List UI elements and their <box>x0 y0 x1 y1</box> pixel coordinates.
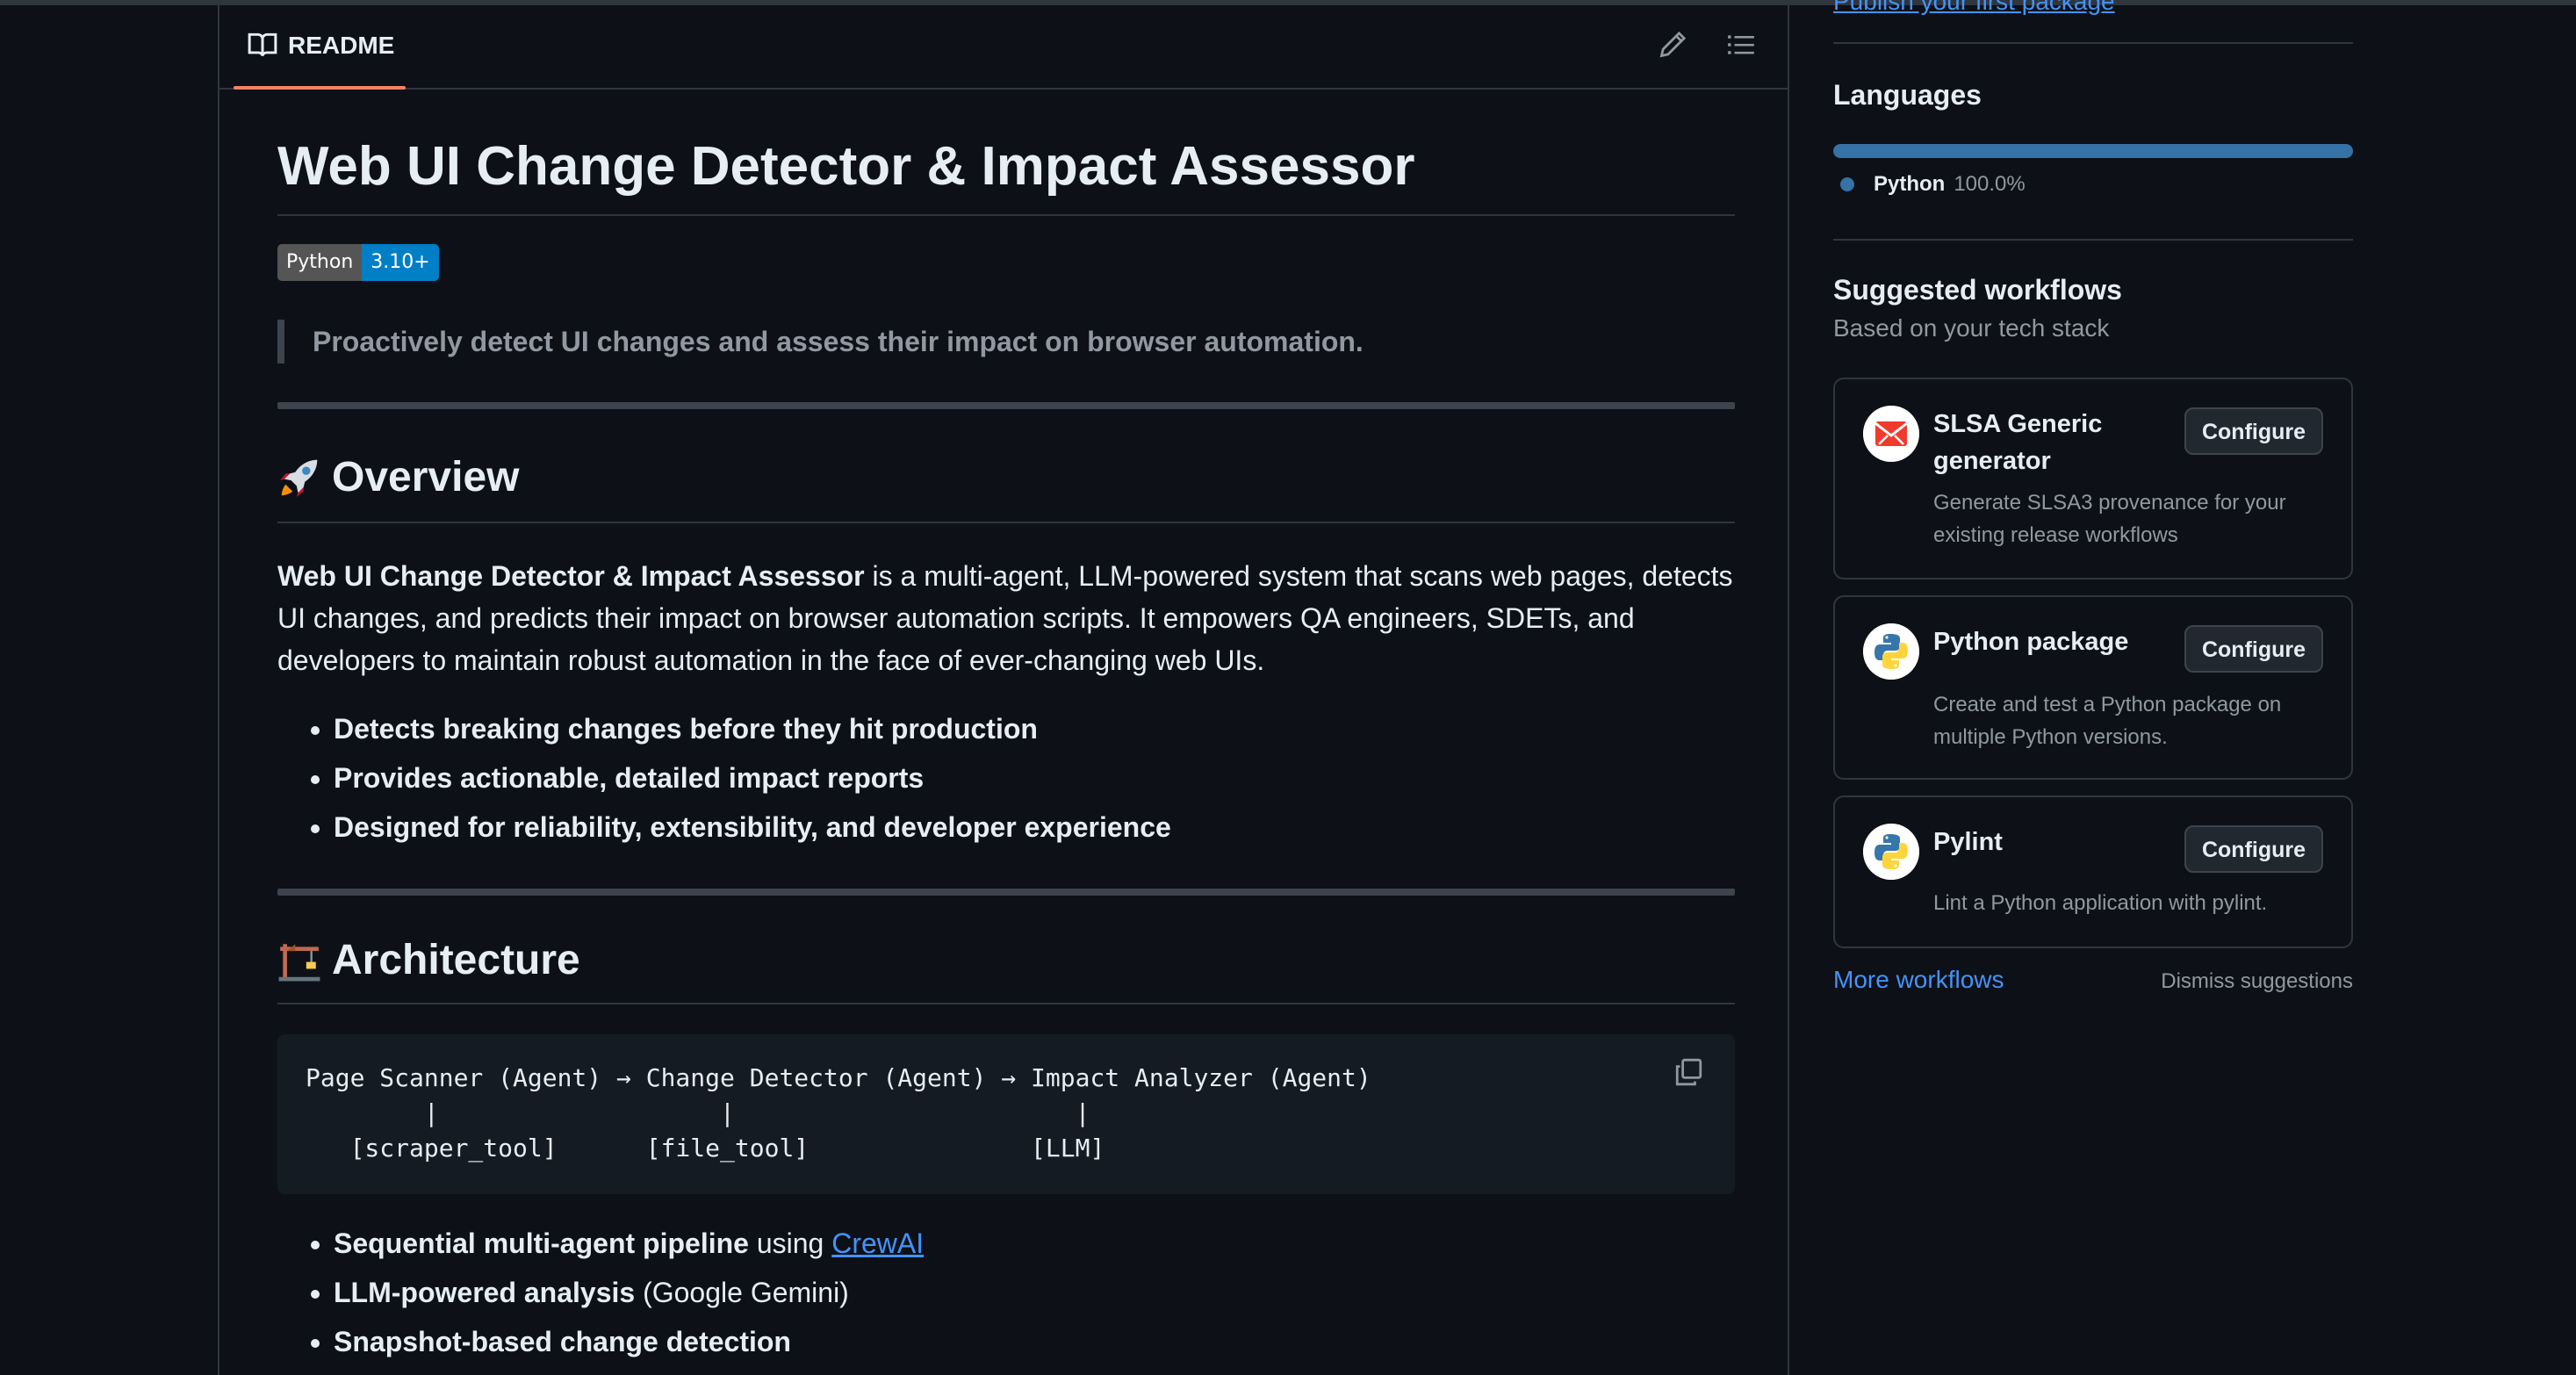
configure-button[interactable]: Configure <box>2184 825 2323 873</box>
workflow-description: Lint a Python application with pylint. <box>1933 891 2268 915</box>
python-version-badge: Python 3.10+ <box>277 244 439 281</box>
sidebar-divider <box>1833 42 2353 44</box>
workflow-description: Generate SLSA3 provenance for your exist… <box>1933 491 2286 547</box>
workflow-name: SLSA Generic generator <box>1933 410 2103 475</box>
pencil-icon <box>1658 31 1687 63</box>
architecture-code: Page Scanner (Agent) → Change Detector (… <box>306 1063 1371 1163</box>
architecture-heading-text: Architecture <box>332 937 580 983</box>
horizontal-rule <box>277 402 1735 409</box>
list-item: Sequential multi-agent pipeline using Cr… <box>334 1219 924 1268</box>
language-color-dot <box>1840 177 1854 191</box>
language-item-python[interactable]: Python 100.0% <box>1840 172 2026 197</box>
languages-heading: Languages <box>1833 79 1982 111</box>
language-name: Python <box>1874 172 1946 196</box>
overview-intro-bold: Web UI Change Detector & Impact Assessor <box>277 560 865 592</box>
bullet-plain-text: (Google Gemini) <box>635 1277 849 1308</box>
slsa-icon <box>1863 406 1919 462</box>
badge-value: 3.10+ <box>362 244 439 281</box>
overview-paragraph: Web UI Change Detector & Impact Assessor… <box>277 555 1735 681</box>
architecture-divider <box>277 1003 1735 1004</box>
book-icon <box>248 32 277 58</box>
bullet-bold-text: Snapshot-based change detection <box>334 1326 791 1357</box>
more-workflows-link[interactable]: More workflows <box>1833 966 2004 994</box>
configure-button[interactable]: Configure <box>2184 407 2323 455</box>
building-construction-icon <box>277 939 321 983</box>
list-item: LLM-powered analysis (Google Gemini) <box>334 1268 924 1317</box>
badge-label: Python <box>277 244 363 281</box>
copy-icon <box>1673 1058 1703 1091</box>
active-tab-indicator <box>234 86 406 90</box>
repo-sidebar: Publish your first package Languages Pyt… <box>1833 0 2353 1373</box>
workflow-card-slsa: SLSA Generic generator Generate SLSA3 pr… <box>1833 378 2353 580</box>
crewai-link[interactable]: CrewAI <box>831 1227 924 1259</box>
python-icon <box>1863 824 1919 880</box>
workflow-name: Python package <box>1933 628 2129 656</box>
bullet-bold-text: Sequential multi-agent pipeline <box>334 1227 749 1259</box>
table-of-contents-button[interactable] <box>1726 30 1761 65</box>
list-item: Snapshot-based change detection <box>334 1317 924 1366</box>
list-item: Designed for reliability, extensibility,… <box>334 803 1171 852</box>
workflow-name: Pylint <box>1933 828 2003 856</box>
readme-title: Web UI Change Detector & Impact Assessor <box>277 136 1415 197</box>
readme-header: README <box>219 5 1788 90</box>
horizontal-rule <box>277 889 1735 896</box>
dismiss-suggestions-link[interactable]: Dismiss suggestions <box>2161 969 2353 994</box>
language-bar <box>1833 144 2353 158</box>
rocket-icon <box>277 456 321 500</box>
language-percent: 100.0% <box>1954 172 2026 196</box>
architecture-bullet-list: Sequential multi-agent pipeline using Cr… <box>277 1219 924 1366</box>
list-item: Provides actionable, detailed impact rep… <box>334 753 1171 803</box>
bullet-bold-text: LLM-powered analysis <box>334 1277 636 1308</box>
publish-package-link[interactable]: Publish your first package <box>1833 0 2115 16</box>
code-block: Page Scanner (Agent) → Change Detector (… <box>277 1034 1735 1194</box>
python-icon <box>1863 623 1919 680</box>
tagline-blockquote: Proactively detect UI changes and assess… <box>277 320 1364 364</box>
configure-button[interactable]: Configure <box>2184 625 2323 673</box>
overview-heading-text: Overview <box>332 454 520 500</box>
workflow-description: Create and test a Python package on mult… <box>1933 693 2282 749</box>
copy-button[interactable] <box>1673 1057 1709 1092</box>
list-item: Detects breaking changes before they hit… <box>334 704 1171 753</box>
overview-bullet-list: Detects breaking changes before they hit… <box>277 704 1171 852</box>
title-divider <box>277 214 1735 216</box>
suggested-workflows-subheading: Based on your tech stack <box>1833 314 2110 342</box>
architecture-heading: Architecture <box>277 936 580 984</box>
workflow-card-pylint: Pylint Lint a Python application with py… <box>1833 795 2353 948</box>
suggested-workflows-heading: Suggested workflows <box>1833 274 2122 306</box>
edit-file-button[interactable] <box>1658 30 1693 65</box>
readme-panel: README Web UI Change Detector & Impact A… <box>218 5 1789 1375</box>
overview-divider <box>277 522 1735 523</box>
sidebar-divider <box>1833 239 2353 241</box>
workflow-card-python-package: Python package Create and test a Python … <box>1833 595 2353 780</box>
bullet-plain-text: using <box>748 1227 832 1259</box>
list-icon <box>1726 35 1756 63</box>
readme-tab-label: README <box>288 32 395 59</box>
tab-readme[interactable]: README <box>234 5 406 90</box>
overview-heading: Overview <box>277 453 519 501</box>
